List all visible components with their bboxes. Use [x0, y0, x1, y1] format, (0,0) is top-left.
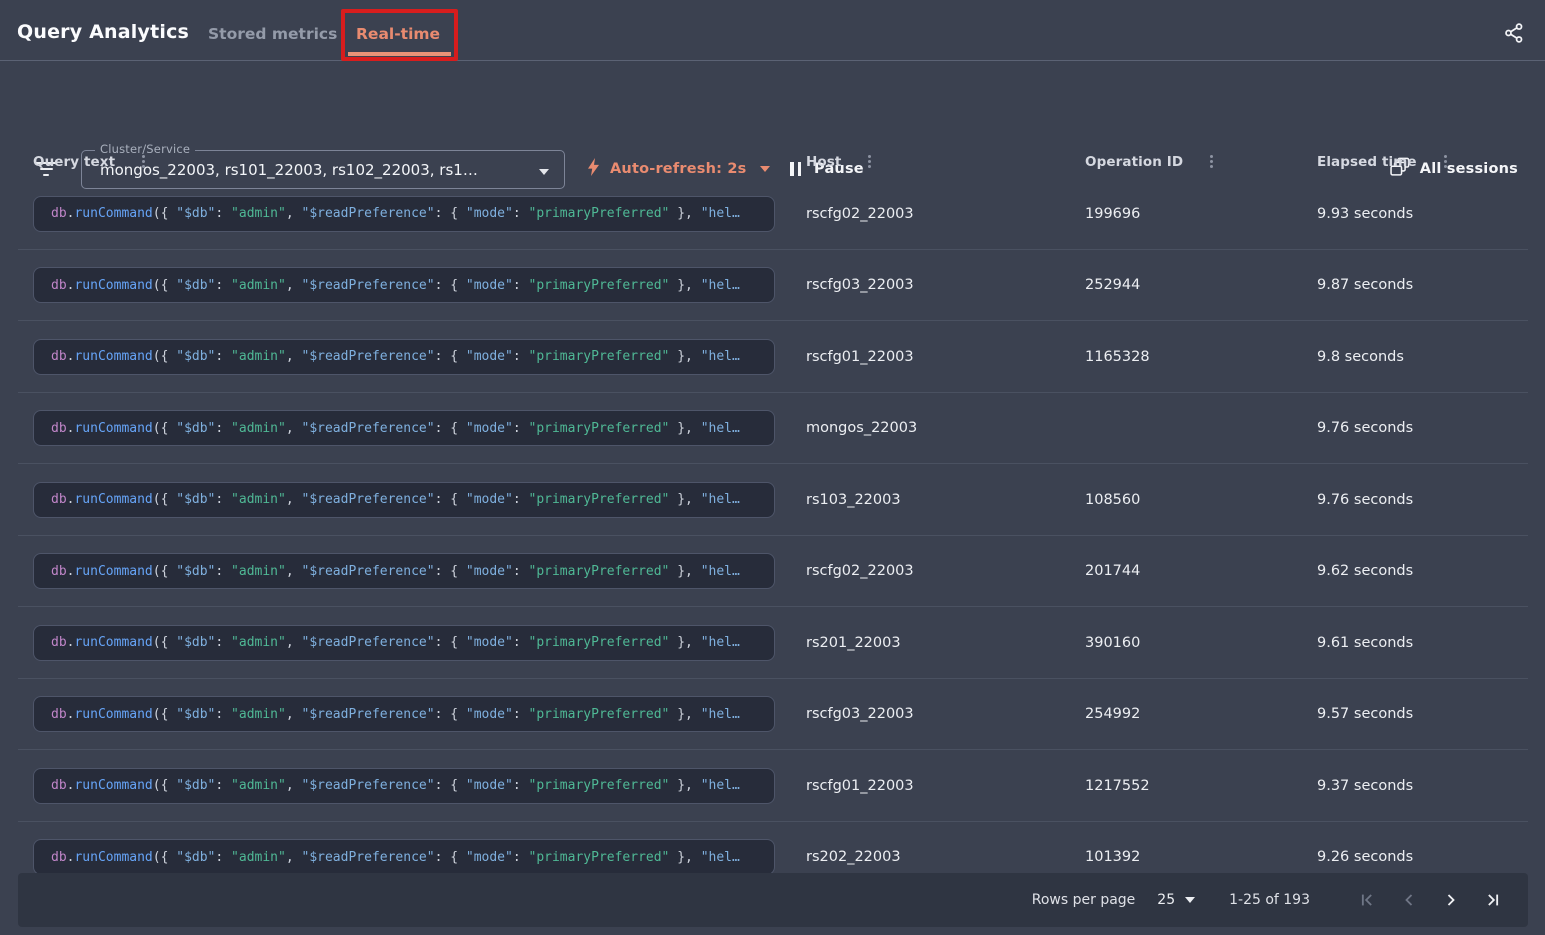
table-row[interactable]: db.runCommand({ "$db": "admin", "$readPr… — [0, 750, 1545, 822]
column-menu-icon[interactable] — [1441, 152, 1450, 171]
chevron-down-icon — [1185, 897, 1195, 903]
table-row[interactable]: db.runCommand({ "$db": "admin", "$readPr… — [0, 178, 1545, 250]
pagination-footer: Rows per page 25 1-25 of 193 — [18, 873, 1528, 927]
operation-id-cell: 101392 — [1085, 849, 1317, 865]
query-code: db.runCommand({ "$db": "admin", "$readPr… — [51, 707, 740, 722]
table-row[interactable]: db.runCommand({ "$db": "admin", "$readPr… — [0, 607, 1545, 679]
table-row[interactable]: db.runCommand({ "$db": "admin", "$readPr… — [0, 393, 1545, 465]
query-code: db.runCommand({ "$db": "admin", "$readPr… — [51, 564, 740, 579]
elapsed-time-cell: 9.61 seconds — [1317, 635, 1545, 651]
host-cell: rscfg01_22003 — [806, 778, 1085, 794]
host-cell: rscfg02_22003 — [806, 563, 1085, 579]
host-cell: rscfg03_22003 — [806, 706, 1085, 722]
elapsed-time-cell: 9.8 seconds — [1317, 349, 1545, 365]
table-row[interactable]: db.runCommand({ "$db": "admin", "$readPr… — [0, 250, 1545, 322]
query-code: db.runCommand({ "$db": "admin", "$readPr… — [51, 349, 740, 364]
share-button[interactable] — [1503, 22, 1525, 48]
first-page-button[interactable] — [1354, 887, 1380, 913]
pagination-range: 1-25 of 193 — [1229, 892, 1310, 908]
operation-id-cell: 201744 — [1085, 563, 1317, 579]
query-code: db.runCommand({ "$db": "admin", "$readPr… — [51, 278, 740, 293]
host-cell: rscfg02_22003 — [806, 206, 1085, 222]
column-menu-icon[interactable] — [1207, 152, 1216, 171]
toolbar: Cluster/Service mongos_22003, rs101_2200… — [0, 62, 1545, 142]
query-code: db.runCommand({ "$db": "admin", "$readPr… — [51, 850, 740, 865]
table-header: Query text Host Operation ID Elapsed tim… — [0, 145, 1545, 178]
host-cell: rscfg01_22003 — [806, 349, 1085, 365]
operation-id-cell: 252944 — [1085, 277, 1317, 293]
host-cell: rs202_22003 — [806, 849, 1085, 865]
column-menu-icon[interactable] — [865, 152, 874, 171]
column-header-elapsed-time: Elapsed time — [1317, 152, 1545, 171]
tab-stored-metrics[interactable]: Stored metrics — [208, 25, 337, 43]
column-header-host: Host — [806, 152, 1085, 171]
table-body: db.runCommand({ "$db": "admin", "$readPr… — [0, 178, 1545, 893]
share-icon — [1503, 29, 1525, 48]
query-text-chip[interactable]: db.runCommand({ "$db": "admin", "$readPr… — [33, 553, 775, 589]
query-text-chip[interactable]: db.runCommand({ "$db": "admin", "$readPr… — [33, 696, 775, 732]
rows-per-page-select[interactable]: 25 — [1157, 892, 1195, 908]
elapsed-time-cell: 9.57 seconds — [1317, 706, 1545, 722]
host-cell: rs103_22003 — [806, 492, 1085, 508]
page-title: Query Analytics — [17, 21, 189, 43]
operation-id-cell: 1217552 — [1085, 778, 1317, 794]
elapsed-time-cell: 9.76 seconds — [1317, 492, 1545, 508]
elapsed-time-cell: 9.76 seconds — [1317, 420, 1545, 436]
elapsed-time-cell: 9.87 seconds — [1317, 277, 1545, 293]
host-cell: rs201_22003 — [806, 635, 1085, 651]
elapsed-time-cell: 9.93 seconds — [1317, 206, 1545, 222]
elapsed-time-cell: 9.37 seconds — [1317, 778, 1545, 794]
host-cell: mongos_22003 — [806, 420, 1085, 436]
query-code: db.runCommand({ "$db": "admin", "$readPr… — [51, 421, 740, 436]
operation-id-cell: 199696 — [1085, 206, 1317, 222]
query-text-chip[interactable]: db.runCommand({ "$db": "admin", "$readPr… — [33, 768, 775, 804]
host-cell: rscfg03_22003 — [806, 277, 1085, 293]
column-menu-icon[interactable] — [139, 152, 148, 171]
query-text-chip[interactable]: db.runCommand({ "$db": "admin", "$readPr… — [33, 839, 775, 875]
app-header: Query Analytics Stored metrics Real-time — [0, 0, 1545, 61]
column-header-operation-id: Operation ID — [1085, 152, 1317, 171]
query-code: db.runCommand({ "$db": "admin", "$readPr… — [51, 492, 740, 507]
query-text-chip[interactable]: db.runCommand({ "$db": "admin", "$readPr… — [33, 482, 775, 518]
query-text-chip[interactable]: db.runCommand({ "$db": "admin", "$readPr… — [33, 625, 775, 661]
table-row[interactable]: db.runCommand({ "$db": "admin", "$readPr… — [0, 679, 1545, 751]
table-row[interactable]: db.runCommand({ "$db": "admin", "$readPr… — [0, 321, 1545, 393]
query-text-chip[interactable]: db.runCommand({ "$db": "admin", "$readPr… — [33, 196, 775, 232]
next-page-button[interactable] — [1438, 887, 1464, 913]
tab-real-time[interactable]: Real-time — [356, 25, 440, 43]
query-text-chip[interactable]: db.runCommand({ "$db": "admin", "$readPr… — [33, 267, 775, 303]
operation-id-cell: 254992 — [1085, 706, 1317, 722]
query-text-chip[interactable]: db.runCommand({ "$db": "admin", "$readPr… — [33, 339, 775, 375]
elapsed-time-cell: 9.62 seconds — [1317, 563, 1545, 579]
rows-per-page-label: Rows per page — [1032, 892, 1136, 908]
query-text-chip[interactable]: db.runCommand({ "$db": "admin", "$readPr… — [33, 410, 775, 446]
operation-id-cell: 1165328 — [1085, 349, 1317, 365]
query-code: db.runCommand({ "$db": "admin", "$readPr… — [51, 635, 740, 650]
query-code: db.runCommand({ "$db": "admin", "$readPr… — [51, 206, 740, 221]
last-page-button[interactable] — [1480, 887, 1506, 913]
query-code: db.runCommand({ "$db": "admin", "$readPr… — [51, 778, 740, 793]
elapsed-time-cell: 9.26 seconds — [1317, 849, 1545, 865]
rows-per-page-value: 25 — [1157, 892, 1175, 908]
previous-page-button[interactable] — [1396, 887, 1422, 913]
table-row[interactable]: db.runCommand({ "$db": "admin", "$readPr… — [0, 464, 1545, 536]
column-header-query-text: Query text — [33, 152, 806, 171]
operation-id-cell: 108560 — [1085, 492, 1317, 508]
operation-id-cell: 390160 — [1085, 635, 1317, 651]
pager — [1354, 887, 1506, 913]
active-tab-underline — [348, 52, 451, 56]
table-row[interactable]: db.runCommand({ "$db": "admin", "$readPr… — [0, 536, 1545, 608]
